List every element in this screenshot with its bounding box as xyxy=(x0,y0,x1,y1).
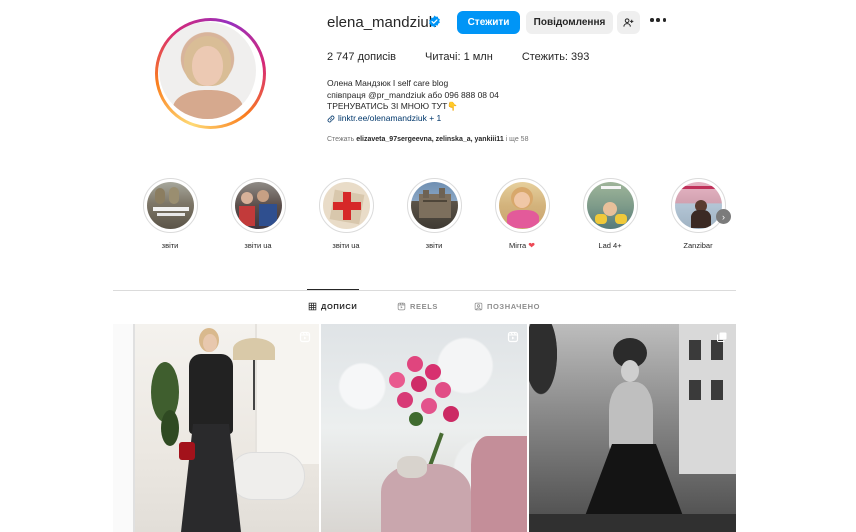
highlight-cover xyxy=(674,182,722,229)
add-user-button[interactable] xyxy=(617,11,640,34)
tab-posts-label: ДОПИСИ xyxy=(321,302,358,311)
tabs-divider xyxy=(113,290,736,291)
bio-name: Олена Мандзюк I self care blog xyxy=(327,78,449,88)
post-sleeve xyxy=(471,436,527,532)
post-lamp-stand xyxy=(253,360,255,410)
post-window xyxy=(711,380,723,400)
highlight-label: звіти ua xyxy=(244,241,272,250)
post-window xyxy=(711,340,723,360)
highlight-label: звіти xyxy=(425,241,443,250)
profile-avatar-ring[interactable] xyxy=(155,18,266,129)
post-glove xyxy=(397,456,427,478)
link-icon xyxy=(327,115,335,123)
post-person-top xyxy=(189,354,233,434)
highlight-label: Zanzibar xyxy=(683,241,713,250)
avatar-face xyxy=(192,46,223,86)
reels-icon xyxy=(507,331,519,343)
highlight-ring xyxy=(406,178,462,233)
add-user-icon xyxy=(623,18,634,27)
bio-cta: ТРЕНУВАТИСЬ ЗІ МНОЮ ТУТ👇 xyxy=(327,101,458,112)
post-tile[interactable] xyxy=(113,324,319,532)
followers-count[interactable]: Читачі: 1 млн xyxy=(425,51,493,63)
post-bench xyxy=(229,452,305,500)
verified-badge-icon xyxy=(429,15,440,28)
post-tile[interactable] xyxy=(529,324,736,532)
carousel-icon xyxy=(717,332,727,342)
tab-tagged[interactable]: ПОЗНАЧЕНО xyxy=(474,302,540,311)
bio-link-text[interactable]: linktr.ee/olenamandziuk + 1 xyxy=(338,113,441,125)
post-person-back xyxy=(609,382,653,452)
post-ground xyxy=(529,514,736,532)
post-door xyxy=(113,324,135,532)
highlight-ring xyxy=(142,178,198,233)
bio-collab: співпраця @pr_mandziuk або 096 888 08 04 xyxy=(327,89,499,100)
post-person-skirt xyxy=(181,424,241,532)
tab-tagged-label: ПОЗНАЧЕНО xyxy=(487,302,541,311)
tagged-icon xyxy=(474,302,483,311)
tab-posts[interactable]: ДОПИСИ xyxy=(308,302,357,311)
post-lamp-shade xyxy=(233,338,275,360)
highlight-ring xyxy=(318,178,374,233)
reels-icon xyxy=(299,331,311,343)
posts-count[interactable]: 2 747 дописів xyxy=(327,51,396,63)
followed-by[interactable]: Стежать elizaveta_97sergeevna, zelinska_… xyxy=(327,136,528,143)
highlight-cover xyxy=(410,182,458,229)
highlight-ring xyxy=(494,178,550,233)
post-plant-lower xyxy=(161,410,179,446)
post-building xyxy=(679,324,736,474)
profile-bio: Олена Мандзюк I self care blog співпраця… xyxy=(327,78,499,125)
highlight-item[interactable]: звіти ua xyxy=(311,178,381,250)
bio-link[interactable]: linktr.ee/olenamandziuk + 1 xyxy=(327,113,499,125)
avatar[interactable] xyxy=(159,22,256,119)
highlight-cover xyxy=(234,182,282,229)
avatar-body xyxy=(173,90,243,119)
highlight-ring xyxy=(670,178,726,233)
highlight-item[interactable]: звіти xyxy=(135,178,205,250)
post-person-face xyxy=(621,360,639,382)
highlight-cover xyxy=(498,182,546,229)
highlight-label-text: Mirra xyxy=(509,241,527,250)
active-tab-indicator xyxy=(307,289,359,290)
highlight-label: звіти ua xyxy=(332,241,360,250)
highlight-item[interactable]: Mirra ❤ xyxy=(487,178,557,250)
highlight-label: звіти xyxy=(161,241,179,250)
chevron-right-icon[interactable]: › xyxy=(716,209,731,224)
post-fur xyxy=(381,464,471,532)
tab-reels[interactable]: REELS xyxy=(397,302,438,311)
followed-by-names: elizaveta_97sergeevna, zelinska_a, yanki… xyxy=(356,136,504,143)
message-button[interactable]: Повідомлення xyxy=(526,11,613,34)
highlight-cover xyxy=(586,182,634,229)
post-window xyxy=(689,340,701,360)
highlight-ring xyxy=(582,178,638,233)
post-roses xyxy=(381,354,471,440)
post-person-bag xyxy=(179,442,195,460)
highlight-item[interactable]: звіти ua xyxy=(223,178,293,250)
followed-by-suffix: і ще 58 xyxy=(503,136,529,143)
more-options-icon[interactable] xyxy=(650,17,666,23)
post-palm xyxy=(529,324,569,424)
username: elena_mandziuk xyxy=(327,14,437,31)
post-window xyxy=(689,380,701,400)
highlight-item[interactable]: Lad 4+ xyxy=(575,178,645,250)
reels-icon xyxy=(397,302,406,311)
heart-icon: ❤ xyxy=(528,241,535,250)
tab-reels-label: REELS xyxy=(410,302,439,311)
grid-icon xyxy=(308,302,317,311)
post-tile[interactable] xyxy=(321,324,527,532)
highlight-item[interactable]: звіти xyxy=(399,178,469,250)
post-person-face xyxy=(203,334,217,352)
highlight-cover xyxy=(146,182,194,229)
following-count[interactable]: Стежить: 393 xyxy=(522,51,590,63)
profile-stats: 2 747 дописів Читачі: 1 млн Стежить: 393 xyxy=(327,51,618,63)
highlight-ring xyxy=(230,178,286,233)
highlight-label: Lad 4+ xyxy=(598,241,622,250)
highlight-label: Mirra ❤ xyxy=(487,241,557,250)
followed-by-prefix: Стежать xyxy=(327,136,357,143)
follow-button[interactable]: Стежити xyxy=(457,11,520,34)
highlight-cover xyxy=(322,182,370,229)
